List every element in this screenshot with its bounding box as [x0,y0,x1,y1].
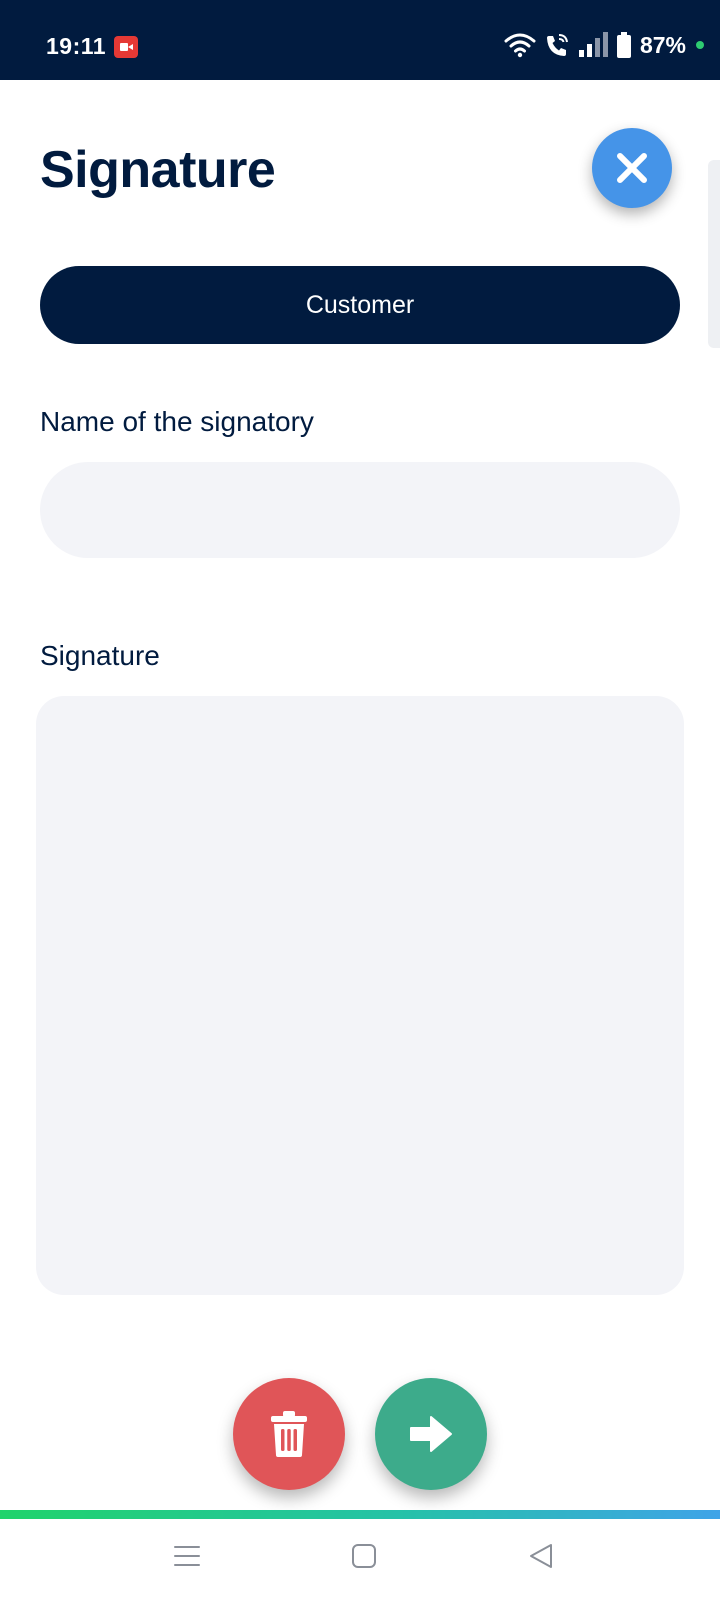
home-icon[interactable] [350,1541,378,1571]
close-button[interactable] [592,128,672,208]
status-time: 19:11 [46,33,107,59]
signatory-name-input[interactable] [40,462,680,558]
progress-bar [0,1510,720,1519]
battery-percentage: 87% [639,31,686,58]
screen-record-icon [114,36,138,58]
status-bar: 19:11 87% [0,0,720,80]
close-icon [617,153,647,183]
signature-pad[interactable] [36,696,684,1295]
notification-dot [696,41,704,49]
wifi-icon [504,33,536,58]
page-title: Signature [40,141,276,199]
status-icons: 87% [504,30,704,60]
delete-button[interactable] [233,1378,345,1490]
signatory-name-label: Name of the signatory [40,406,314,437]
arrow-right-icon [410,1416,452,1452]
trash-icon [271,1411,307,1457]
signature-label: Signature [40,640,160,671]
signal-icon [578,32,608,57]
tab-customer-label: Customer [305,290,415,319]
system-navigation-bar [0,1519,720,1608]
menu-icon[interactable] [172,1541,202,1571]
scroll-indicator [708,160,720,348]
tab-customer[interactable]: Customer [40,266,680,344]
wifi-call-icon [546,34,568,56]
back-icon[interactable] [527,1541,555,1571]
next-button[interactable] [375,1378,487,1490]
battery-icon [616,32,631,58]
